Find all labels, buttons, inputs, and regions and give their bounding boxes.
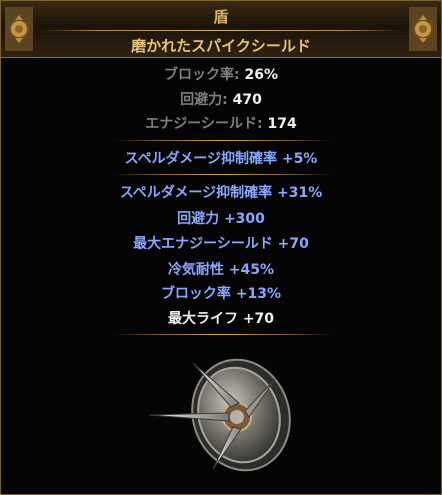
explicit-mod: 回避力 +300 xyxy=(177,211,265,227)
shield-image xyxy=(148,358,291,472)
property-label: ブロック率: xyxy=(164,67,240,83)
explicit-mod: スペルダメージ抑制確率 +31% xyxy=(119,185,323,201)
header-divider xyxy=(41,30,401,31)
item-tooltip: 盾 磨かれたスパイクシールド ブロック率: 26% 回避力: 470 エナジーシ… xyxy=(0,0,442,495)
item-name: 磨かれたスパイクシールド xyxy=(131,37,311,55)
property-value: 174 xyxy=(267,116,297,132)
property-value: 26% xyxy=(244,67,278,83)
explicit-mod: 冷気耐性 +45% xyxy=(167,262,275,278)
explicit-mod: 最大エナジーシールド +70 xyxy=(133,236,309,252)
section-divider xyxy=(113,174,331,175)
section-divider xyxy=(113,334,331,335)
crafted-mod: 最大ライフ +70 xyxy=(167,311,275,327)
property-block-chance: ブロック率: 26% xyxy=(1,64,441,84)
item-class-label: 盾 xyxy=(213,8,229,26)
explicit-mod: ブロック率 +13% xyxy=(160,286,282,302)
property-value: 470 xyxy=(232,92,262,108)
property-label: エナジーシールド: xyxy=(145,116,263,132)
section-divider xyxy=(113,140,331,141)
implicit-mod: スペルダメージ抑制確率 +5% xyxy=(124,151,318,167)
property-evasion: 回避力: 470 xyxy=(1,89,441,109)
property-label: 回避力: xyxy=(180,92,228,108)
tooltip-header: 盾 磨かれたスパイクシールド xyxy=(1,1,441,58)
property-energy-shield: エナジーシールド: 174 xyxy=(1,113,441,133)
